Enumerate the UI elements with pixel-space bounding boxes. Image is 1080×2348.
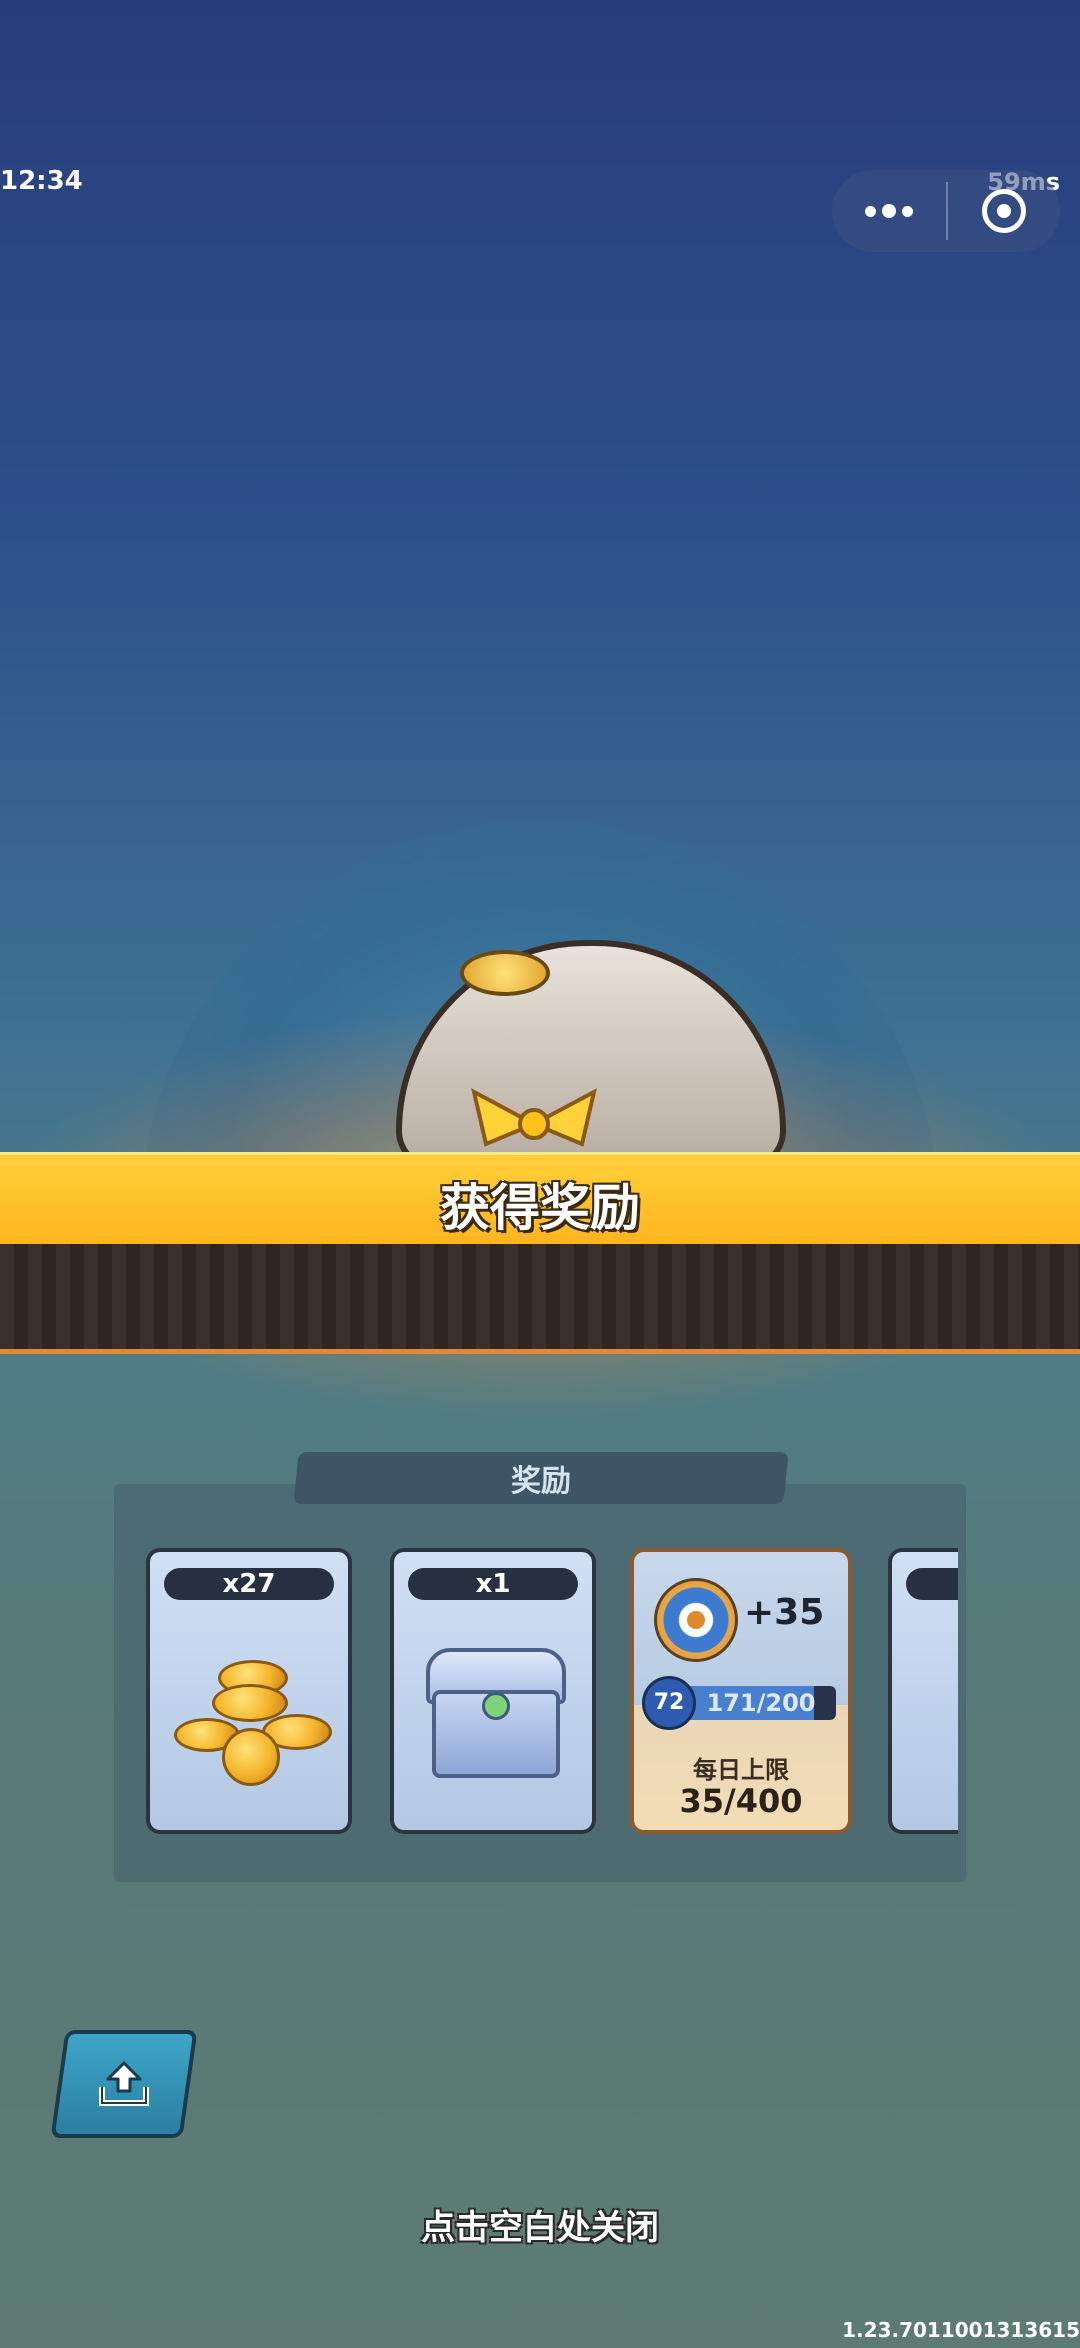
level-badge: 72 (642, 1676, 696, 1730)
gift-bow-icon (471, 1088, 597, 1147)
shell-coin-icon (460, 950, 550, 996)
share-icon (99, 2061, 149, 2106)
xp-progress-text: 171/200 (706, 1689, 816, 1717)
xp-gain: +35 (744, 1592, 825, 1633)
banner-title: 获得奖励 (440, 1179, 640, 1237)
xp-progress-bar: 171/200 (686, 1686, 836, 1720)
reward-qty: x27 (164, 1568, 334, 1600)
paw-badge-icon (654, 1578, 738, 1662)
share-button[interactable] (50, 2030, 198, 2138)
banner-pattern-strip (0, 1244, 1080, 1354)
reward-card-coins[interactable]: x27 (146, 1548, 352, 1834)
target-icon[interactable] (948, 189, 1060, 233)
daily-limit-label: 每日上限 (693, 1756, 789, 1784)
mini-program-capsule (832, 170, 1060, 252)
reward-panel-title: 奖励 (511, 1464, 571, 1499)
daily-limit-value: 35/400 (679, 1782, 803, 1820)
version-label: 1.23.7011001313615 (842, 2318, 1080, 2342)
reward-card-partial[interactable] (888, 1548, 958, 1834)
close-hint[interactable]: 点击空白处关闭 (0, 2200, 1080, 2249)
reward-panel-header: 奖励 (293, 1452, 789, 1504)
reward-card-xp[interactable]: +35 171/200 72 每日上限 35/400 (630, 1548, 852, 1834)
more-dots-icon[interactable] (832, 170, 946, 252)
reward-qty: x1 (408, 1568, 578, 1600)
reward-card-chest[interactable]: x1 (390, 1548, 596, 1834)
status-time: 12:34 (0, 166, 83, 196)
